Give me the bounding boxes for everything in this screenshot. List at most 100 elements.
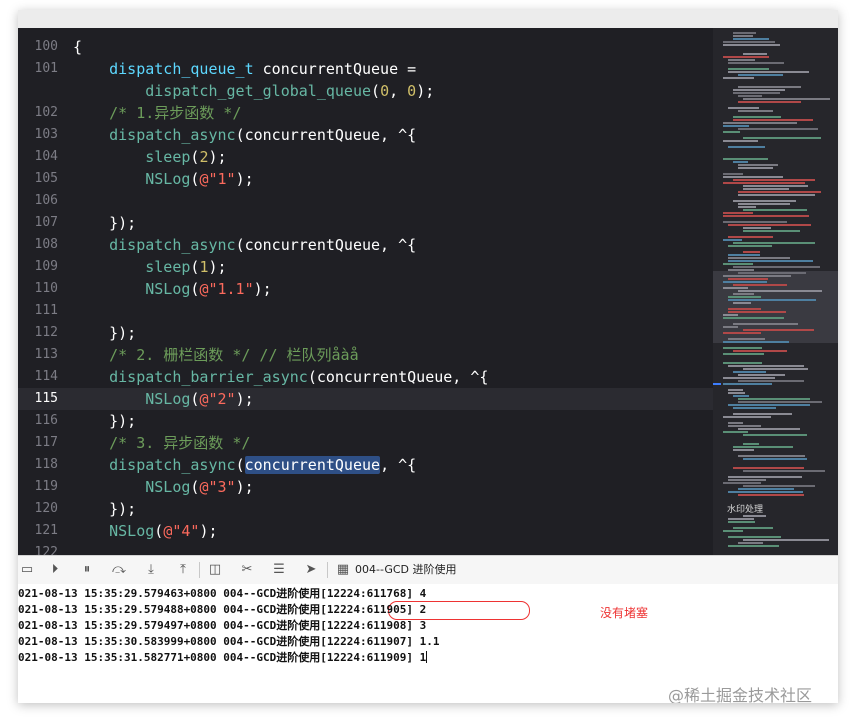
code-line[interactable]: 110 NSLog(@"1.1"); — [18, 278, 713, 300]
line-code[interactable]: /* 1.异步函数 */ — [73, 102, 241, 124]
line-code[interactable]: }); — [73, 322, 136, 344]
line-code[interactable]: dispatch_async(concurrentQueue, ^{ — [73, 234, 416, 256]
line-number: 103 — [34, 127, 58, 142]
line-code[interactable]: NSLog(@"1.1"); — [73, 278, 271, 300]
minimap-line — [728, 404, 810, 406]
code-line[interactable]: 121 NSLog(@"4"); — [18, 520, 713, 542]
line-code[interactable]: sleep(2); — [73, 146, 226, 168]
minimap-line — [733, 242, 815, 244]
minimap-line — [733, 284, 787, 286]
minimap-line — [723, 287, 748, 289]
code-editor[interactable]: 100 {101 dispatch_queue_t concurrentQueue… — [18, 28, 713, 555]
minimap-line — [733, 200, 796, 202]
code-line[interactable]: 120 }); — [18, 498, 713, 520]
step-over-icon[interactable]: ⤼ — [110, 561, 128, 579]
code-line[interactable]: 116 }); — [18, 410, 713, 432]
line-code[interactable]: dispatch_barrier_async(concurrentQueue, … — [73, 366, 488, 388]
minimap-line — [733, 449, 754, 451]
watermark: @稀土掘金技术社区 — [668, 686, 813, 703]
code-line[interactable]: 113 /* 2. 栅栏函数 */ // 栏队列åàå — [18, 344, 713, 366]
line-code[interactable]: dispatch_async(concurrentQueue, ^{ — [73, 454, 416, 476]
environment-overrides-icon[interactable]: ☰ — [270, 561, 288, 579]
code-line[interactable]: 108 dispatch_async(concurrentQueue, ^{ — [18, 234, 713, 256]
toolbar-divider — [199, 562, 200, 578]
minimap-line — [723, 263, 753, 265]
hide-debug-area-icon[interactable]: ▭ — [18, 561, 36, 579]
minimap-line — [728, 59, 755, 61]
code-line[interactable]: 112 }); — [18, 322, 713, 344]
minimap-line — [728, 476, 802, 478]
memory-graph-icon[interactable]: ✂ — [238, 561, 256, 579]
code-line[interactable]: 111 — [18, 300, 713, 322]
code-line[interactable]: 115 NSLog(@"2"); — [18, 388, 713, 410]
code-line[interactable]: 104 sleep(2); — [18, 146, 713, 168]
line-code[interactable]: }); — [73, 410, 136, 432]
pause-icon[interactable]: ⏸ — [78, 561, 96, 579]
line-number: 101 — [34, 61, 58, 76]
code-line[interactable]: 109 sleep(1); — [18, 256, 713, 278]
minimap-line — [743, 329, 814, 331]
minimap-line — [728, 479, 766, 481]
minimap-line — [723, 314, 738, 316]
console-output[interactable]: 没有堵塞 @稀土掘金技术社区 021-08-13 15:35:29.579463… — [18, 584, 838, 703]
code-line[interactable]: dispatch_get_global_queue(0, 0); — [18, 80, 713, 102]
line-code[interactable]: { — [73, 36, 82, 58]
minimap-line — [723, 317, 784, 319]
minimap-line — [743, 227, 771, 229]
minimap-line — [738, 95, 762, 97]
code-line[interactable]: 114 dispatch_barrier_async(concurrentQue… — [18, 366, 713, 388]
line-code[interactable]: sleep(1); — [73, 256, 226, 278]
code-line[interactable]: 101 dispatch_queue_t concurrentQueue = — [18, 58, 713, 80]
minimap-line — [738, 398, 810, 400]
code-line[interactable]: 118 dispatch_async(concurrentQueue, ^{ — [18, 454, 713, 476]
scheme-app-icon[interactable]: ▦ — [334, 561, 352, 579]
minimap-line — [728, 245, 772, 247]
xcode-window: 100 {101 dispatch_queue_t concurrentQueue… — [18, 10, 838, 703]
minimap-line — [738, 194, 815, 196]
code-line[interactable]: 122 — [18, 542, 713, 555]
line-code[interactable]: NSLog(@"2"); — [73, 388, 253, 410]
line-code[interactable]: }); — [73, 212, 136, 234]
minimap-line — [733, 116, 781, 118]
breakpoints-icon[interactable]: ⏵ — [46, 561, 64, 579]
minimap-line — [728, 278, 768, 280]
line-code[interactable]: dispatch_queue_t concurrentQueue = — [73, 58, 416, 80]
code-line[interactable]: 100 { — [18, 36, 713, 58]
line-number: 111 — [34, 303, 58, 318]
code-line[interactable]: 102 /* 1.异步函数 */ — [18, 102, 713, 124]
line-number: 105 — [34, 171, 58, 186]
code-line[interactable]: 106 — [18, 190, 713, 212]
minimap-line — [728, 536, 781, 538]
code-line[interactable]: 105 NSLog(@"1"); — [18, 168, 713, 190]
line-code[interactable]: dispatch_async(concurrentQueue, ^{ — [73, 124, 416, 146]
code-line[interactable]: 117 /* 3. 异步函数 */ — [18, 432, 713, 454]
line-code[interactable]: }); — [73, 498, 136, 520]
code-line[interactable]: 119 NSLog(@"3"); — [18, 476, 713, 498]
minimap-cursor-marker — [713, 383, 721, 385]
line-code[interactable]: NSLog(@"3"); — [73, 476, 253, 498]
minimap[interactable]: 水印处理 — [713, 28, 838, 555]
line-number: 118 — [34, 457, 58, 472]
minimap-line — [723, 176, 783, 178]
step-into-icon[interactable]: ⤓ — [142, 561, 160, 579]
minimap-line — [733, 413, 792, 415]
minimap-line — [728, 389, 743, 391]
minimap-line — [738, 428, 800, 430]
minimap-line — [723, 341, 789, 343]
debug-target-label[interactable]: 004--GCD 进阶使用 — [355, 561, 457, 579]
line-code[interactable]: NSLog(@"1"); — [73, 168, 253, 190]
step-out-icon[interactable]: ⤒ — [174, 561, 192, 579]
minimap-line — [738, 203, 790, 205]
minimap-line — [723, 530, 743, 532]
line-code[interactable]: /* 2. 栅栏函数 */ // 栏队列åàå — [73, 344, 359, 366]
simulate-location-icon[interactable]: ➤ — [302, 561, 320, 579]
minimap-line — [738, 494, 804, 496]
minimap-line — [738, 272, 806, 274]
view-hierarchy-icon[interactable]: ◫ — [206, 561, 224, 579]
line-code[interactable]: dispatch_get_global_queue(0, 0); — [73, 80, 434, 102]
minimap-line — [743, 458, 807, 460]
code-line[interactable]: 107 }); — [18, 212, 713, 234]
line-code[interactable]: NSLog(@"4"); — [73, 520, 217, 542]
line-code[interactable]: /* 3. 异步函数 */ — [73, 432, 250, 454]
code-line[interactable]: 103 dispatch_async(concurrentQueue, ^{ — [18, 124, 713, 146]
